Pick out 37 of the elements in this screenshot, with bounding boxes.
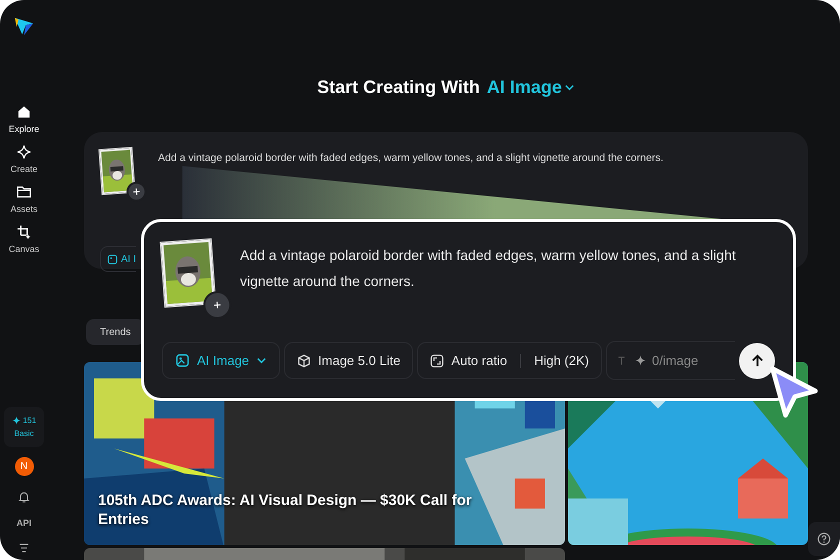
- folder-icon: [16, 184, 32, 200]
- plus-icon: [132, 187, 141, 196]
- sidebar-item[interactable]: Explore: [8, 104, 40, 134]
- credits-badge[interactable]: 151 Basic: [4, 407, 44, 447]
- plan-label: Basic: [14, 429, 34, 438]
- help-icon: [817, 532, 831, 546]
- credit-count: 151: [22, 416, 36, 425]
- api-link[interactable]: API: [16, 518, 32, 528]
- sidebar-item[interactable]: Assets: [10, 184, 38, 214]
- cube-icon: [297, 354, 312, 368]
- mode-dropdown[interactable]: AI Image: [486, 77, 575, 98]
- prompt-text[interactable]: Add a vintage polaroid border with faded edges, warm yellow tones, and a slight vignette around the corners.: [240, 242, 775, 306]
- image-icon: [175, 353, 190, 368]
- arrow-up-icon: [750, 353, 764, 368]
- mode-chip[interactable]: AI I: [100, 246, 136, 272]
- ratio-chip[interactable]: Auto ratio High (2K): [417, 342, 602, 379]
- menu-icon: [17, 542, 31, 554]
- mode-chip[interactable]: AI Image: [162, 342, 280, 379]
- home-icon: [16, 104, 32, 120]
- model-chip[interactable]: Image 5.0 Lite: [284, 342, 414, 379]
- image-icon: [107, 254, 118, 264]
- cost-label: 0/image: [652, 353, 698, 368]
- bell-icon: [17, 490, 31, 504]
- aspect-ratio-icon: [430, 354, 444, 368]
- logo-icon: [13, 16, 35, 38]
- help-button[interactable]: [808, 522, 840, 556]
- chevron-down-icon: [256, 355, 268, 366]
- sidebar-item[interactable]: Create: [10, 144, 38, 174]
- submit-button[interactable]: [739, 342, 775, 378]
- sparkle-icon: [635, 355, 646, 366]
- sparkle-icon: [12, 416, 21, 425]
- plus-icon: [213, 300, 222, 310]
- prompt-text[interactable]: Add a vintage polaroid border with faded edges, warm yellow tones, and a slight vignette around the corners.: [158, 152, 664, 165]
- sidebar-item[interactable]: Canvas: [8, 224, 40, 254]
- chevron-down-icon: [564, 82, 575, 93]
- heading-text: Start Creating With: [317, 77, 480, 98]
- sparkle-icon: [16, 144, 32, 160]
